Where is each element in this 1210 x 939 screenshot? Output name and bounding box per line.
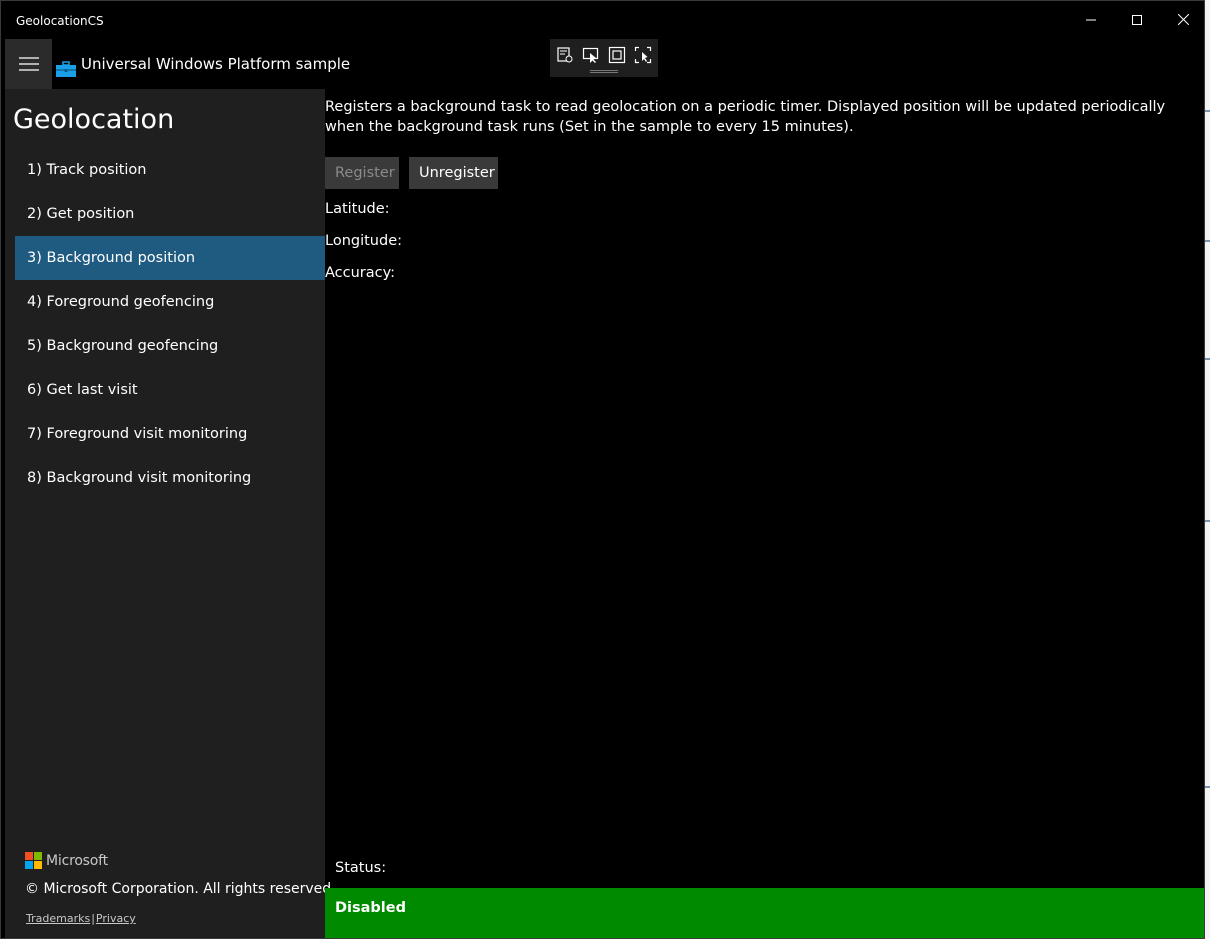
- unregister-button[interactable]: Unregister: [409, 157, 498, 189]
- scenario-description: Registers a background task to read geol…: [325, 99, 1166, 135]
- register-button[interactable]: Register: [325, 157, 399, 189]
- longitude-label: Longitude:: [325, 233, 403, 249]
- status-bar: Disabled: [325, 888, 1204, 938]
- scenario-list: 1) Track position 2) Get position 3) Bac…: [15, 148, 325, 500]
- debug-toolbar: [550, 39, 658, 77]
- app-title: Universal Windows Platform sample: [81, 55, 351, 73]
- hamburger-icon: [18, 57, 39, 71]
- nav-item-foreground-geofencing[interactable]: 4) Foreground geofencing: [15, 280, 325, 324]
- track-focused-element-icon[interactable]: [632, 44, 654, 66]
- maximize-button[interactable]: [1114, 1, 1160, 38]
- accuracy-label: Accuracy:: [325, 265, 396, 281]
- nav-item-background-position[interactable]: 3) Background position: [15, 236, 325, 280]
- latitude-label: Latitude:: [325, 201, 390, 217]
- maximize-icon: [1132, 14, 1142, 25]
- live-visual-tree-icon[interactable]: [554, 44, 576, 66]
- microsoft-wordmark: Microsoft: [46, 852, 108, 869]
- nav-item-get-position[interactable]: 2) Get position: [15, 192, 325, 236]
- toolbar-grip[interactable]: [590, 70, 618, 73]
- nav-item-background-visit-monitoring[interactable]: 8) Background visit monitoring: [15, 456, 325, 500]
- background-window-edge: [1205, 0, 1210, 939]
- status-value: Disabled: [335, 900, 406, 916]
- microsoft-logo: Microsoft: [25, 852, 108, 869]
- privacy-link[interactable]: Privacy: [96, 912, 136, 925]
- sidebar: Geolocation 1) Track position 2) Get pos…: [5, 89, 336, 938]
- trademarks-link[interactable]: Trademarks: [26, 912, 90, 925]
- nav-item-background-geofencing[interactable]: 5) Background geofencing: [15, 324, 325, 368]
- status-label: Status:: [335, 860, 387, 876]
- footer-links: Trademarks|Privacy: [26, 912, 136, 925]
- copyright-text: © Microsoft Corporation. All rights rese…: [25, 881, 336, 897]
- close-icon: [1177, 14, 1189, 25]
- select-element-icon[interactable]: [580, 44, 602, 66]
- minimize-button[interactable]: [1068, 1, 1114, 38]
- link-separator: |: [91, 912, 95, 925]
- display-layout-adorners-icon[interactable]: [606, 44, 628, 66]
- nav-item-get-last-visit[interactable]: 6) Get last visit: [15, 368, 325, 412]
- toolbox-icon: [56, 61, 76, 77]
- nav-item-foreground-visit-monitoring[interactable]: 7) Foreground visit monitoring: [15, 412, 325, 456]
- microsoft-logo-icon: [25, 852, 42, 869]
- minimize-icon: [1086, 19, 1096, 20]
- nav-item-track-position[interactable]: 1) Track position: [15, 148, 325, 192]
- sidebar-title: Geolocation: [13, 104, 175, 135]
- app-window: GeolocationCS Universal Windows Platform…: [0, 0, 1205, 939]
- hamburger-menu-button[interactable]: [5, 39, 52, 89]
- close-button[interactable]: [1160, 1, 1204, 38]
- window-title: GeolocationCS: [16, 14, 104, 28]
- title-bar: GeolocationCS: [1, 1, 1204, 38]
